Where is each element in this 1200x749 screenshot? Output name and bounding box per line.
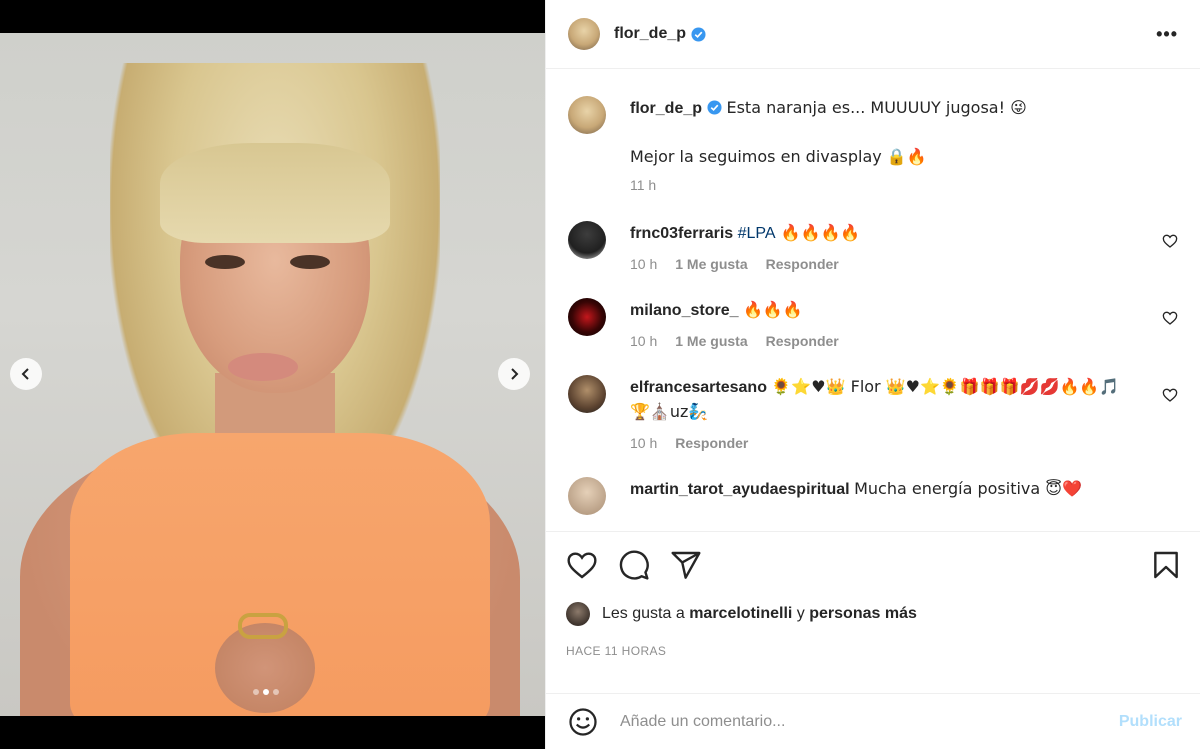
like-comment-heart-icon[interactable] <box>1162 233 1178 249</box>
caption-time[interactable]: 11 h <box>630 177 656 193</box>
reply-button[interactable]: Responder <box>766 256 839 272</box>
caption: flor_de_p Esta naranja es... MUUUUY jugo… <box>568 96 1178 193</box>
comment-username[interactable]: martin_tarot_ayudaespiritual <box>630 481 850 498</box>
caption-text: Esta naranja es... MUUUUY jugosa! 😜 <box>726 98 1027 117</box>
liker-avatar[interactable] <box>566 602 590 626</box>
commenter-avatar[interactable] <box>568 221 606 259</box>
post-media[interactable] <box>0 0 545 749</box>
likes-others-link[interactable]: personas más <box>809 605 917 623</box>
verified-badge-icon <box>707 100 722 115</box>
commenter-avatar[interactable] <box>568 298 606 336</box>
share-paper-plane-icon[interactable] <box>670 549 702 581</box>
carousel-indicator <box>253 689 279 695</box>
comment: elfrancesartesano 🌻⭐♥👑 Flor 👑♥⭐🌻🎁🎁🎁💋💋🔥🔥🎵… <box>568 375 1178 451</box>
comment-time[interactable]: 10 h <box>630 333 657 349</box>
post-timestamp[interactable]: HACE 11 HORAS <box>566 644 1182 658</box>
like-comment-heart-icon[interactable] <box>1162 310 1178 326</box>
comment-username[interactable]: elfrancesartesano <box>630 379 767 396</box>
comment-likes[interactable]: 1 Me gusta <box>675 333 747 349</box>
more-options-icon[interactable]: ••• <box>1156 24 1178 45</box>
author-username[interactable]: flor_de_p <box>614 25 686 43</box>
comment-input[interactable] <box>620 712 1119 731</box>
publish-button[interactable]: Publicar <box>1119 713 1182 731</box>
comment-bubble-icon[interactable] <box>618 549 650 581</box>
author-avatar[interactable] <box>568 18 600 50</box>
reply-button[interactable]: Responder <box>766 333 839 349</box>
post-actions: Les gusta a marcelotinelli y personas má… <box>546 531 1200 658</box>
post-header: flor_de_p ••• <box>546 0 1200 69</box>
comment: milano_store_ 🔥🔥🔥 10 h 1 Me gusta Respon… <box>568 298 1178 349</box>
comment-time[interactable]: 10 h <box>630 435 657 451</box>
likes-prefix: Les gusta a <box>602 605 685 622</box>
likes-conj: y <box>796 605 805 622</box>
comment: frnc03ferraris #LPA 🔥🔥🔥🔥 10 h 1 Me gusta… <box>568 221 1178 272</box>
post-photo[interactable] <box>0 33 545 716</box>
next-image-button[interactable] <box>498 358 530 390</box>
comment-username[interactable]: frnc03ferraris <box>630 225 733 242</box>
chevron-left-icon <box>21 368 29 380</box>
caption-username[interactable]: flor_de_p <box>630 100 702 117</box>
comment-text: Mucha energía positiva 😇❤️ <box>854 479 1082 498</box>
comments-list[interactable]: flor_de_p Esta naranja es... MUUUUY jugo… <box>546 70 1200 530</box>
add-comment-bar: Publicar <box>546 693 1200 749</box>
commenter-avatar[interactable] <box>568 477 606 515</box>
carousel-dot <box>273 689 279 695</box>
previous-image-button[interactable] <box>10 358 42 390</box>
comment-likes[interactable]: 1 Me gusta <box>675 256 747 272</box>
comment-hashtag[interactable]: #LPA <box>738 225 776 242</box>
carousel-dot-active <box>263 689 269 695</box>
comment-username[interactable]: milano_store_ <box>630 302 738 319</box>
carousel-dot <box>253 689 259 695</box>
like-comment-heart-icon[interactable] <box>1162 387 1178 403</box>
comment-text: 🔥🔥🔥 <box>742 300 803 319</box>
chevron-right-icon <box>511 368 519 380</box>
reply-button[interactable]: Responder <box>675 435 748 451</box>
save-bookmark-icon[interactable] <box>1150 549 1182 581</box>
liker-username[interactable]: marcelotinelli <box>689 605 792 623</box>
emoji-smile-icon[interactable] <box>568 707 598 737</box>
verified-badge-icon <box>691 26 706 42</box>
caption-text-line2: Mejor la seguimos en divasplay 🔒🔥 <box>630 147 927 166</box>
commenter-avatar[interactable] <box>568 375 606 413</box>
like-heart-icon[interactable] <box>566 549 598 581</box>
comment: martin_tarot_ayudaespiritual Mucha energ… <box>568 477 1178 515</box>
post-details-panel: flor_de_p ••• flor_de_p Esta naranja es.… <box>545 0 1200 749</box>
comment-text: 🔥🔥🔥🔥 <box>775 223 861 242</box>
author-avatar[interactable] <box>568 96 606 134</box>
likes-summary: Les gusta a marcelotinelli y personas má… <box>566 602 1182 626</box>
comment-time[interactable]: 10 h <box>630 256 657 272</box>
